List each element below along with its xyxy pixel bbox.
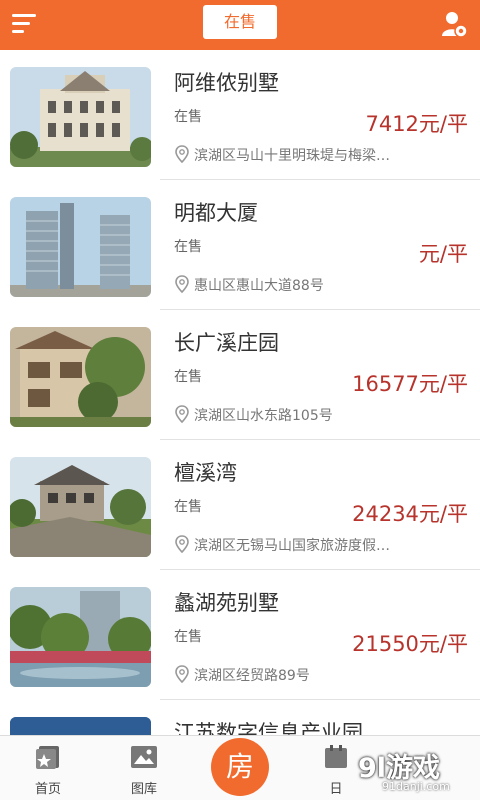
property-photo (10, 327, 151, 427)
sale-status: 在售 (174, 239, 202, 255)
sale-status: 在售 (174, 109, 202, 125)
top-bar: 在售 (0, 0, 480, 50)
list-item[interactable]: 蠡湖苑别墅 在售 21550元/平 滨湖区经贸路89号 (0, 570, 480, 700)
location-pin-icon (175, 275, 189, 293)
property-name: 檀溪湾 (174, 461, 237, 485)
property-photo (10, 197, 151, 297)
address-text: 滨湖区马山十里明珠堤与梅梁… (194, 148, 390, 164)
list-item[interactable]: 檀溪湾 在售 24234元/平 滨湖区无锡马山国家旅游度假… (0, 440, 480, 570)
address: 滨湖区马山十里明珠堤与梅梁… (174, 145, 424, 165)
calendar-icon (325, 745, 347, 768)
price: 元/平 (418, 242, 468, 266)
price: 7412元/平 (365, 112, 468, 136)
address: 滨湖区经贸路89号 (174, 665, 424, 685)
address-text: 滨湖区经贸路89号 (194, 668, 310, 684)
sale-status: 在售 (174, 629, 202, 645)
tab-fourth-label: 日 (329, 782, 343, 797)
home-icon (36, 746, 59, 769)
tab-gallery-label: 图库 (130, 782, 157, 797)
property-name: 阿维侬别墅 (174, 71, 279, 95)
location-pin-icon (175, 665, 189, 683)
property-name: 江苏数字信息产业园 (174, 721, 363, 735)
list-item[interactable]: 明都大厦 在售 元/平 惠山区惠山大道88号 (0, 180, 480, 310)
list-item[interactable]: 长广溪庄园 在售 16577元/平 滨湖区山水东路105号 (0, 310, 480, 440)
house-center-button[interactable]: 房 (211, 738, 269, 796)
address-text: 滨湖区山水东路105号 (194, 408, 333, 424)
property-photo (10, 587, 151, 687)
list-item[interactable]: 阿维侬别墅 在售 7412元/平 滨湖区马山十里明珠堤与梅梁… (0, 50, 480, 180)
property-photo (10, 67, 151, 167)
price: 24234元/平 (352, 502, 468, 526)
property-photo (10, 717, 151, 735)
tab-fourth[interactable]: 日 (288, 736, 384, 800)
address: 惠山区惠山大道88号 (174, 275, 424, 295)
sale-status: 在售 (174, 369, 202, 385)
price: 16577元/平 (352, 372, 468, 396)
user-settings-icon[interactable] (440, 10, 470, 40)
gallery-icon (131, 746, 157, 768)
status-filter-button[interactable]: 在售 (203, 5, 277, 39)
tab-home-label: 首页 (34, 782, 61, 797)
tab-gallery[interactable]: 图库 (96, 736, 192, 800)
address-text: 滨湖区无锡马山国家旅游度假… (194, 538, 390, 554)
address: 滨湖区无锡马山国家旅游度假… (174, 535, 424, 555)
property-name: 长广溪庄园 (174, 331, 279, 355)
property-list: 阿维侬别墅 在售 7412元/平 滨湖区马山十里明珠堤与梅梁… 明都大厦 在售 … (0, 50, 480, 735)
property-name: 蠡湖苑别墅 (174, 591, 279, 615)
location-pin-icon (175, 535, 189, 553)
address: 滨湖区山水东路105号 (174, 405, 424, 425)
tab-home[interactable]: 首页 (0, 736, 96, 800)
list-item[interactable]: 江苏数字信息产业园 (0, 700, 480, 735)
property-name: 明都大厦 (174, 201, 258, 225)
price: 21550元/平 (352, 632, 468, 656)
bottom-tab-bar: 首页 图库 房 日 (0, 735, 480, 800)
address-text: 惠山区惠山大道88号 (194, 278, 324, 294)
location-pin-icon (175, 405, 189, 423)
location-pin-icon (175, 145, 189, 163)
sale-status: 在售 (174, 499, 202, 515)
menu-icon[interactable] (12, 14, 38, 36)
property-photo (10, 457, 151, 557)
